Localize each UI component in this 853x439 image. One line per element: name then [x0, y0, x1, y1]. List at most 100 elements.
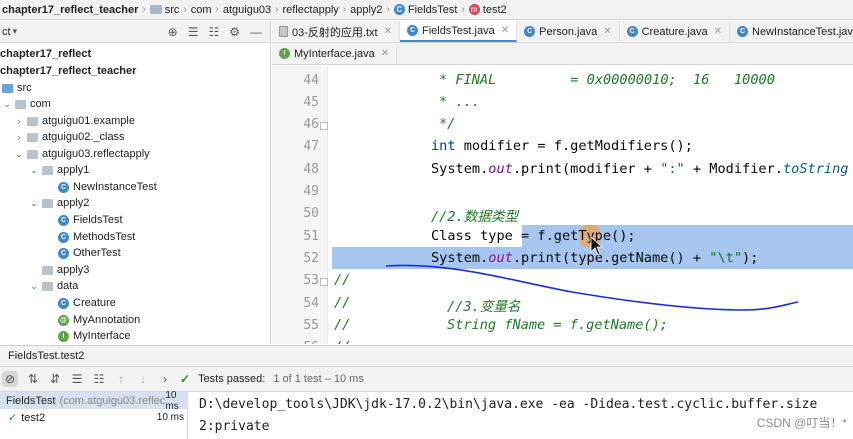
close-icon[interactable]: ✕ [603, 26, 611, 37]
class-icon: C [58, 247, 69, 259]
console-output[interactable]: D:\develop_tools\JDK\jdk-17.0.2\bin\java… [189, 392, 853, 439]
annotation-icon: @ [58, 314, 69, 326]
close-icon[interactable]: ✕ [384, 26, 392, 37]
package-icon [27, 116, 38, 126]
breadcrumb: chapter17_reflect_teacher › src › com › atg… [0, 0, 853, 20]
tree-item[interactable]: C OtherTest [58, 245, 121, 262]
check-icon: ✓ [8, 412, 18, 424]
run-panel-title: FieldsTest.test2 [0, 345, 853, 367]
tree-item[interactable]: chapter17_reflect [0, 46, 91, 63]
package-icon [42, 198, 53, 208]
tree-item[interactable]: @ MyAnnotation [58, 312, 140, 329]
class-icon: C [406, 25, 418, 36]
gear-icon[interactable]: ⚙ [229, 25, 240, 39]
mouse-cursor-icon [590, 236, 604, 256]
tree-item[interactable]: ⌄ com [2, 96, 51, 113]
stop-icon[interactable]: ⊘ [2, 371, 18, 387]
tab-fieldstest[interactable]: C FieldsTest.java ✕ [399, 21, 518, 42]
tree-item[interactable]: C FieldsTest [58, 212, 123, 229]
tab-newinstancetest[interactable]: CNewInstanceTest.java✕ [730, 21, 853, 42]
check-icon: ✓ [180, 372, 191, 386]
tree-item[interactable]: › atguigu01.example [14, 113, 135, 130]
text-file-icon [279, 26, 288, 37]
tab-creature[interactable]: C Creature.java ✕ [620, 21, 731, 42]
tree-item[interactable]: C Creature [58, 295, 116, 312]
breadcrumb-item[interactable]: src › [149, 4, 191, 16]
package-icon [27, 149, 38, 159]
tree-item[interactable]: chapter17_reflect_teacher [0, 63, 136, 80]
class-icon: C [626, 26, 638, 37]
breadcrumb-item[interactable]: reflectapply › [283, 4, 351, 16]
tab-myinterface[interactable]: I MyInterface.java ✕ [272, 43, 398, 64]
close-icon[interactable]: ✕ [501, 25, 509, 36]
watermark: CSDN @叮当！* [756, 416, 847, 430]
class-icon: C [58, 181, 69, 193]
chevron-down-icon[interactable]: ▾ [13, 26, 18, 37]
expand-all-icon[interactable]: ☷ [208, 25, 219, 39]
collapse-all-icon[interactable]: ☰ [188, 25, 199, 39]
run-toolbar: ⊘ ⇅ ⇵ ☰ ☷ ↑ ↓ › ✓ Tests passed: 1 of 1 t… [0, 367, 853, 392]
interface-icon: I [58, 330, 69, 342]
chevron-right-icon[interactable]: › [14, 132, 24, 142]
tree-item[interactable]: apply3 [42, 262, 89, 279]
code-editor[interactable]: 44 45 46 47 48 49 50 51 52 53 54 55 56 *… [272, 66, 853, 344]
close-icon[interactable]: ✕ [381, 48, 389, 59]
tab-person[interactable]: C Person.java ✕ [517, 21, 620, 42]
chevron-down-icon[interactable]: ⌄ [29, 165, 39, 176]
interface-icon: I [279, 48, 290, 59]
class-icon: C [737, 26, 749, 37]
method-icon: m [468, 4, 480, 15]
chevron-down-icon[interactable]: ⌄ [29, 198, 39, 209]
chevron-down-icon[interactable]: ⌄ [14, 149, 24, 160]
minimize-icon[interactable]: — [250, 25, 262, 39]
class-icon: C [58, 231, 69, 243]
sort-duration-icon[interactable]: ⇵ [48, 372, 62, 386]
tree-item[interactable]: C MethodsTest [58, 229, 135, 246]
collapse-all-icon[interactable]: ☷ [92, 372, 106, 386]
breadcrumb-item[interactable]: chapter17_reflect_teacher › [2, 4, 150, 16]
test-status: Tests passed: [198, 373, 266, 385]
tree-item[interactable]: I MyInterface [58, 328, 130, 344]
console-line: D:\develop_tools\JDK\jdk-17.0.2\bin\java… [199, 397, 818, 412]
sort-alpha-icon[interactable]: ⇅ [26, 372, 40, 386]
package-icon [42, 265, 53, 275]
package-icon [15, 99, 26, 109]
test-row[interactable]: FieldsTest (com.atguigu03.reflec 10 ms [0, 390, 188, 412]
tree-item[interactable]: ⌄ apply1 [29, 162, 89, 179]
project-toolbar: ct ▾ ⊕ ☰ ☷ ⚙ — [0, 21, 271, 43]
chevron-down-icon[interactable]: ⌄ [2, 99, 12, 110]
tree-item[interactable]: ⌄ apply2 [29, 195, 89, 212]
editor-tabs: 03-反射的应用.txt ✕ C FieldsTest.java ✕ C Person.… [272, 21, 853, 43]
project-tree: chapter17_reflect chapter17_reflect_teac… [0, 44, 271, 344]
run-config-name[interactable]: FieldsTest.test2 [8, 350, 84, 362]
tree-item[interactable]: › atguigu02._class [14, 129, 125, 146]
editor-tabs-row2: I MyInterface.java ✕ [272, 43, 853, 65]
arrow-down-icon[interactable]: ↓ [136, 372, 150, 386]
test-row[interactable]: ✓ test2 10 ms [0, 409, 188, 426]
breadcrumb-item[interactable]: C FieldsTest › [393, 4, 469, 16]
tree-item[interactable]: ⌄ data [29, 278, 78, 295]
breadcrumb-item[interactable]: m test2 [468, 4, 507, 16]
breadcrumb-item[interactable]: com › [191, 4, 223, 16]
breadcrumb-item[interactable]: atguigu03 › [223, 4, 283, 16]
package-icon [42, 165, 53, 175]
console-line: 2:private [199, 419, 270, 434]
close-icon[interactable]: ✕ [714, 26, 722, 37]
annotation-stroke [385, 264, 799, 311]
class-icon: C [524, 26, 536, 37]
tree-item[interactable]: src [2, 80, 32, 97]
test-results-tree: FieldsTest (com.atguigu03.reflec 10 ms ✓… [0, 390, 188, 439]
chevron-down-icon[interactable]: ⌄ [29, 281, 39, 292]
project-panel-title[interactable]: ct [0, 26, 11, 38]
folder-icon [149, 5, 162, 14]
class-icon: C [393, 4, 405, 15]
locate-icon[interactable]: ⊕ [168, 25, 178, 39]
tab-txt-file[interactable]: 03-反射的应用.txt ✕ [272, 21, 400, 42]
tree-item[interactable]: ⌄ atguigu03.reflectapply [14, 146, 149, 163]
chevron-right-icon[interactable]: › [14, 116, 24, 126]
arrow-up-icon[interactable]: ↑ [114, 372, 128, 386]
breadcrumb-item[interactable]: apply2 › [350, 4, 394, 16]
chevron-right-icon[interactable]: › [158, 372, 172, 386]
expand-all-icon[interactable]: ☰ [70, 372, 84, 386]
tree-item[interactable]: C NewInstanceTest [58, 179, 157, 196]
